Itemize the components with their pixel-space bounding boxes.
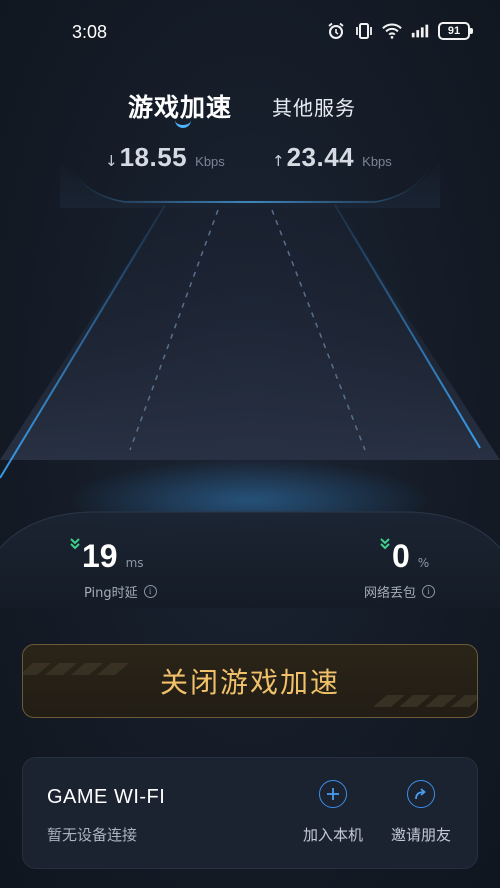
- packet-loss-unit: %: [417, 556, 430, 570]
- network-stats-panel: 19 ms Ping时延 i 0 % 网络丢包 i: [0, 508, 500, 608]
- wifi-icon: [382, 22, 402, 40]
- upload-speed: ↑ 23.44 Kbps: [272, 142, 392, 173]
- ping-label: Ping时延: [84, 586, 138, 601]
- ping-value: 19: [82, 538, 118, 574]
- tab-other-services[interactable]: 其他服务: [272, 92, 356, 121]
- road-visualization: [0, 204, 500, 530]
- packet-loss-info-icon[interactable]: i: [422, 585, 436, 598]
- packet-loss-stat: 0 % 网络丢包 i: [364, 538, 436, 601]
- battery-icon: 91: [438, 22, 473, 40]
- invite-friend-button[interactable]: 邀请朋友: [381, 780, 461, 845]
- download-arrow-icon: ↓: [105, 152, 118, 170]
- join-device-button[interactable]: 加入本机: [293, 780, 373, 845]
- status-bar: 3:08 91: [0, 0, 500, 66]
- game-accelerator-screen: 3:08 91 游戏加速 其他服务 ↓ 18.55 Kbps ↑ 23.44 K…: [0, 0, 500, 888]
- join-device-label: 加入本机: [302, 826, 363, 844]
- top-tabs: 游戏加速 其他服务: [0, 88, 500, 128]
- game-wifi-title: GAME WI-FI: [47, 786, 166, 808]
- stop-acceleration-label: 关闭游戏加速: [159, 666, 340, 699]
- packet-loss-label-row: 网络丢包 i: [364, 582, 436, 601]
- game-wifi-card: GAME WI-FI 暂无设备连接 加入本机 邀请朋友: [22, 757, 478, 869]
- game-wifi-status: 暂无设备连接: [47, 826, 138, 844]
- active-tab-indicator: [175, 120, 191, 128]
- packet-loss-value: 0: [392, 538, 410, 574]
- alarm-icon: [326, 22, 346, 40]
- invite-friend-label: 邀请朋友: [390, 826, 451, 844]
- cellular-icon: [410, 22, 430, 40]
- download-speed-value: 18.55: [119, 142, 188, 172]
- share-icon: [407, 780, 435, 808]
- download-speed-unit: Kbps: [195, 154, 225, 169]
- upload-speed-value: 23.44: [286, 142, 355, 172]
- upload-arrow-icon: ↑: [272, 152, 285, 170]
- tab-game-acceleration[interactable]: 游戏加速: [128, 88, 232, 124]
- plus-icon: [319, 780, 347, 808]
- upload-speed-unit: Kbps: [362, 154, 392, 169]
- vibrate-icon: [354, 22, 374, 40]
- status-time: 3:08: [72, 22, 108, 42]
- speed-panel: ↓ 18.55 Kbps ↑ 23.44 Kbps: [60, 130, 440, 208]
- packet-loss-label: 网络丢包: [364, 586, 417, 601]
- ping-unit: ms: [125, 556, 144, 570]
- status-icons: 91: [326, 22, 473, 40]
- ping-info-icon[interactable]: i: [143, 585, 157, 598]
- ping-stat: 19 ms Ping时延 i: [70, 538, 157, 601]
- ping-label-row: Ping时延 i: [84, 582, 157, 601]
- download-speed: ↓ 18.55 Kbps: [105, 142, 225, 173]
- stop-acceleration-button[interactable]: 关闭游戏加速: [22, 644, 478, 718]
